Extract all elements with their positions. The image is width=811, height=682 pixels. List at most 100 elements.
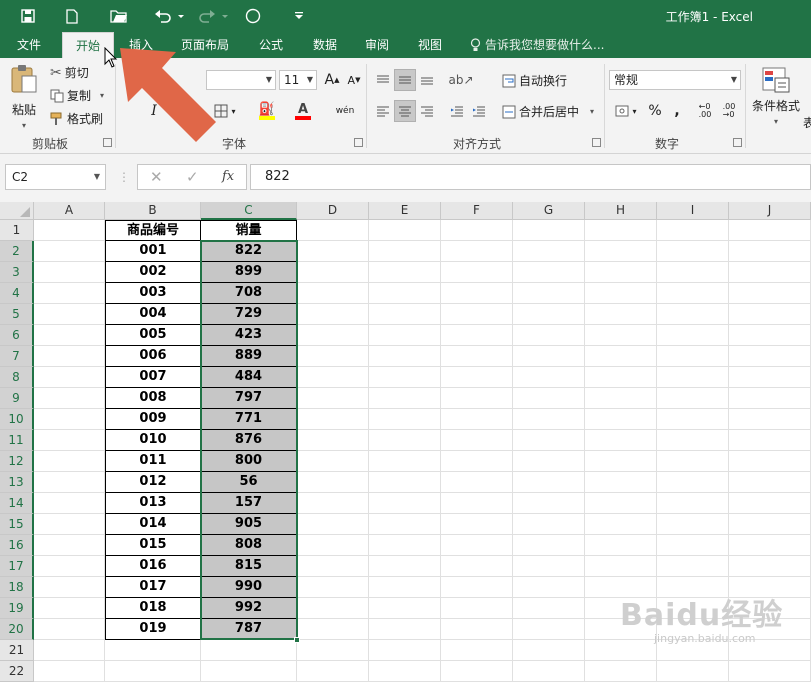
cell[interactable] <box>34 661 105 682</box>
cell[interactable] <box>34 514 105 535</box>
cell[interactable] <box>585 367 657 388</box>
cell[interactable] <box>585 535 657 556</box>
row-header-13[interactable]: 13 <box>0 472 34 493</box>
cell[interactable] <box>513 598 585 619</box>
font-size-combo[interactable]: 11 ▼ <box>279 70 317 90</box>
cell[interactable] <box>34 325 105 346</box>
touch-mode-icon[interactable] <box>243 6 263 26</box>
row-header-9[interactable]: 9 <box>0 388 34 409</box>
sales-cell[interactable]: 787 <box>201 619 297 640</box>
cell[interactable] <box>34 241 105 262</box>
select-all-corner[interactable] <box>0 202 34 220</box>
cell[interactable] <box>729 535 811 556</box>
merge-dropdown-icon[interactable]: ▾ <box>590 107 594 116</box>
code-cell[interactable]: 017 <box>105 577 201 598</box>
cell[interactable] <box>441 409 513 430</box>
cell[interactable] <box>729 241 811 262</box>
cell[interactable] <box>729 409 811 430</box>
cell[interactable] <box>34 304 105 325</box>
cell[interactable] <box>105 640 201 661</box>
cell[interactable] <box>369 598 441 619</box>
cell[interactable] <box>34 535 105 556</box>
cell[interactable] <box>657 241 729 262</box>
cell[interactable] <box>513 451 585 472</box>
cell[interactable] <box>369 577 441 598</box>
code-cell[interactable]: 009 <box>105 409 201 430</box>
cell[interactable] <box>513 619 585 640</box>
cell[interactable] <box>729 556 811 577</box>
cell[interactable] <box>369 640 441 661</box>
clipboard-launcher-icon[interactable] <box>103 138 112 147</box>
cell[interactable] <box>585 472 657 493</box>
cell[interactable] <box>297 241 369 262</box>
code-cell[interactable]: 016 <box>105 556 201 577</box>
cell[interactable] <box>585 325 657 346</box>
row-header-7[interactable]: 7 <box>0 346 34 367</box>
conditional-format-button[interactable]: 条件格式 ▾ <box>752 66 800 126</box>
cell[interactable] <box>297 451 369 472</box>
cell[interactable] <box>369 493 441 514</box>
cell[interactable] <box>369 451 441 472</box>
cell[interactable] <box>585 304 657 325</box>
row-header-6[interactable]: 6 <box>0 325 34 346</box>
cell[interactable] <box>297 283 369 304</box>
cell[interactable] <box>105 661 201 682</box>
row-header-8[interactable]: 8 <box>0 367 34 388</box>
cell[interactable] <box>441 556 513 577</box>
sales-cell[interactable]: 771 <box>201 409 297 430</box>
cell[interactable] <box>513 577 585 598</box>
cell[interactable] <box>729 493 811 514</box>
code-cell[interactable]: 001 <box>105 241 201 262</box>
cell[interactable] <box>441 367 513 388</box>
paste-button[interactable]: 粘贴 ▾ <box>10 64 38 130</box>
cell[interactable] <box>34 556 105 577</box>
align-right-button[interactable] <box>416 100 438 122</box>
header-cell-code[interactable]: 商品编号 <box>105 220 201 241</box>
tab-view[interactable]: 视图 <box>407 32 453 58</box>
align-top-button[interactable] <box>372 69 394 91</box>
code-cell[interactable]: 011 <box>105 451 201 472</box>
cell[interactable] <box>657 304 729 325</box>
cell[interactable] <box>657 346 729 367</box>
cell[interactable] <box>297 220 369 241</box>
conditional-format-dropdown-icon[interactable]: ▾ <box>774 117 778 126</box>
cell[interactable] <box>441 661 513 682</box>
cell[interactable] <box>297 640 369 661</box>
cell[interactable] <box>657 367 729 388</box>
cell[interactable] <box>34 472 105 493</box>
sales-cell[interactable]: 876 <box>201 430 297 451</box>
column-header-d[interactable]: D <box>297 202 369 220</box>
insert-function-icon[interactable]: fx <box>222 169 234 184</box>
header-cell-sales[interactable]: 销量 <box>201 220 297 241</box>
cell[interactable] <box>297 598 369 619</box>
font-launcher-icon[interactable] <box>354 138 363 147</box>
column-header-a[interactable]: A <box>34 202 105 220</box>
cell[interactable] <box>441 598 513 619</box>
cell[interactable] <box>513 325 585 346</box>
cell[interactable] <box>369 241 441 262</box>
sales-cell[interactable]: 899 <box>201 262 297 283</box>
percent-button[interactable]: % <box>644 100 666 122</box>
cell[interactable] <box>441 220 513 241</box>
cell[interactable] <box>729 325 811 346</box>
cell[interactable] <box>657 220 729 241</box>
phonetic-button[interactable]: wén <box>328 100 362 122</box>
sales-cell[interactable]: 992 <box>201 598 297 619</box>
cell[interactable] <box>369 325 441 346</box>
column-header-g[interactable]: G <box>513 202 585 220</box>
cell[interactable] <box>34 640 105 661</box>
cell[interactable] <box>585 388 657 409</box>
cell[interactable] <box>513 346 585 367</box>
cell[interactable] <box>297 346 369 367</box>
sales-cell[interactable]: 822 <box>201 241 297 262</box>
code-cell[interactable]: 019 <box>105 619 201 640</box>
merge-center-button[interactable]: 合并后居中 ▾ <box>502 103 594 120</box>
number-launcher-icon[interactable] <box>733 138 742 147</box>
cell[interactable] <box>369 262 441 283</box>
code-cell[interactable]: 013 <box>105 493 201 514</box>
cell[interactable] <box>513 367 585 388</box>
cell[interactable] <box>729 388 811 409</box>
cell[interactable] <box>513 493 585 514</box>
row-header-3[interactable]: 3 <box>0 262 34 283</box>
cell[interactable] <box>34 262 105 283</box>
